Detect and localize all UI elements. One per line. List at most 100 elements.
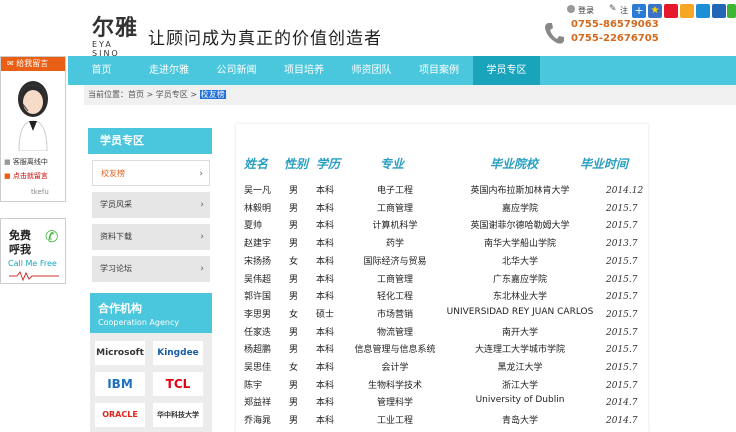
cell-degree: 本科 [316,327,335,338]
breadcrumb-section[interactable]: 学员专区 [156,90,188,99]
header-degree: 学历 [316,157,341,171]
cell-gender: 男 [289,398,299,409]
chat-widget[interactable]: ✉ 给我留言 ■ 客服离线中 ■ 点击就留言 tkefu [0,56,66,202]
cell-gender: 男 [289,292,299,303]
qzone-icon[interactable] [696,4,710,18]
cell-name: 林毅明 [244,203,272,214]
cell-gender: 男 [289,274,299,285]
header-school: 毕业院校 [490,157,539,171]
phone-number-1: 0755-86579063 [571,19,659,30]
tencent-weibo-icon[interactable] [680,4,694,18]
cell-major: 工业工程 [376,416,414,427]
sidebar-item-label: 校友榜 [101,169,125,178]
cell-name: 赵建宇 [244,239,272,250]
cell-grad-date: 2014.7 [606,398,638,409]
main-nav: 首页 走进尔雅 公司新闻 项目培养 师资团队 项目案例 学员专区 [68,56,736,85]
cell-school: 大连理工大学城市学院 [474,345,566,356]
cell-name: 吴一凡 [244,186,272,196]
cell-school: UNIVERSIDAD REY JUAN CARLOS [446,306,594,317]
cell-school: 嘉应学院 [501,203,539,214]
cell-major: 信息管理与信息系统 [354,345,436,356]
cell-school: 东北林业大学 [492,292,548,303]
table-row: 宋扬扬 女 本科 国际经济与贸易 北华大学 2015.7 [0,254,736,271]
plus-icon[interactable]: + [632,4,646,18]
cell-degree: 本科 [316,221,335,232]
cell-gender: 男 [289,221,299,232]
cell-major: 轻化工程 [376,292,414,303]
nav-home[interactable]: 首页 [68,56,135,85]
cell-gender: 男 [289,416,299,427]
nav-about[interactable]: 走进尔雅 [135,56,203,85]
breadcrumb-current[interactable]: 校友榜 [199,90,226,99]
breadcrumb-separator: > [187,90,200,99]
table-row: 吴伟超 男 本科 工商管理 广东嘉应学院 2015.7 [0,272,736,289]
cell-name: 吴思佳 [244,363,272,373]
cell-major: 会计学 [381,363,409,373]
nav-teachers[interactable]: 师资团队 [338,56,405,85]
phone-number-2: 0755-22676705 [571,33,659,44]
cell-major: 生物科学技术 [367,380,423,391]
cell-degree: 本科 [316,292,335,303]
chat-title[interactable]: ✉ 给我留言 [1,57,65,71]
pencil-icon: ✎ [609,4,617,14]
cell-degree: 本科 [316,345,335,356]
header-grad-date: 毕业时间 [580,157,629,171]
mail-icon: ✉ [7,59,17,68]
cell-grad-date: 2015.7 [606,380,638,391]
table-row: 郭许国 男 本科 轻化工程 东北林业大学 2015.7 [0,289,736,306]
cell-grad-date: 2014.7 [606,416,638,427]
cell-gender: 男 [289,239,299,250]
nav-news[interactable]: 公司新闻 [203,56,270,85]
cell-major: 工商管理 [376,274,414,285]
cell-degree: 本科 [316,274,335,285]
cell-name: 乔海晁 [244,416,272,427]
cell-name: 李思男 [244,309,272,320]
cell-school: 青岛大学 [501,416,539,427]
leave-message-link[interactable]: ■ 点击就留言 [4,171,48,181]
support-agent-avatar [18,81,48,151]
cell-gender: 女 [289,256,299,267]
cell-school: 英国内布拉斯加林肯大学 [470,186,570,196]
breadcrumb-home[interactable]: 首页 [128,90,144,99]
nav-students[interactable]: 学员专区 [473,56,540,85]
star-icon[interactable]: ★ [648,4,662,18]
cell-name: 宋扬扬 [244,256,272,267]
cell-major: 国际经济与贸易 [363,256,427,267]
cell-name: 陈宇 [244,380,263,391]
service-status: 客服离线中 [12,158,48,166]
wechat-icon[interactable] [727,4,736,18]
logo-chinese: 尔雅 [92,15,139,41]
cell-major: 药学 [385,239,405,250]
cell-gender: 男 [289,186,299,196]
breadcrumb-separator: > [144,90,156,99]
cell-gender: 男 [289,345,299,356]
cell-major: 工商管理 [376,203,414,214]
header-major: 专业 [380,157,405,171]
cell-school: 北华大学 [501,256,539,267]
breadcrumb: 当前位置：首页 > 学员专区 > 校友榜 [88,89,226,100]
cell-degree: 本科 [316,239,335,250]
weibo-icon[interactable] [664,4,678,18]
renren-icon[interactable] [712,4,726,18]
brand-logo[interactable]: 尔雅 EYA SINO [92,10,140,58]
cell-grad-date: 2015.7 [606,292,638,303]
cell-gender: 女 [289,309,299,320]
nav-cases[interactable]: 项目案例 [405,56,473,85]
table-row: 任家迭 男 本科 物流管理 南开大学 2015.7 [0,325,736,342]
cell-grad-date: 2015.7 [606,221,638,232]
cell-gender: 男 [289,203,299,214]
cell-degree: 本科 [316,186,335,196]
cell-major: 计算机科学 [372,221,418,232]
contact-phones: 0755-86579063 0755-22676705 [571,18,659,46]
cell-degree: 本科 [316,203,335,214]
register-link[interactable]: 注 [620,5,628,16]
breadcrumb-prefix: 当前位置： [88,90,128,99]
cell-degree: 硕士 [316,309,335,320]
cell-school: 黑龙江大学 [497,363,543,373]
cell-degree: 本科 [316,398,335,409]
table-row: 郑益祥 男 本科 管理科学 University of Dublin 2014.7 [0,395,736,412]
login-link[interactable]: 登录 [578,5,594,16]
nav-projects[interactable]: 项目培养 [270,56,338,85]
user-icon [567,5,575,13]
cell-grad-date: 2015.7 [606,327,638,338]
